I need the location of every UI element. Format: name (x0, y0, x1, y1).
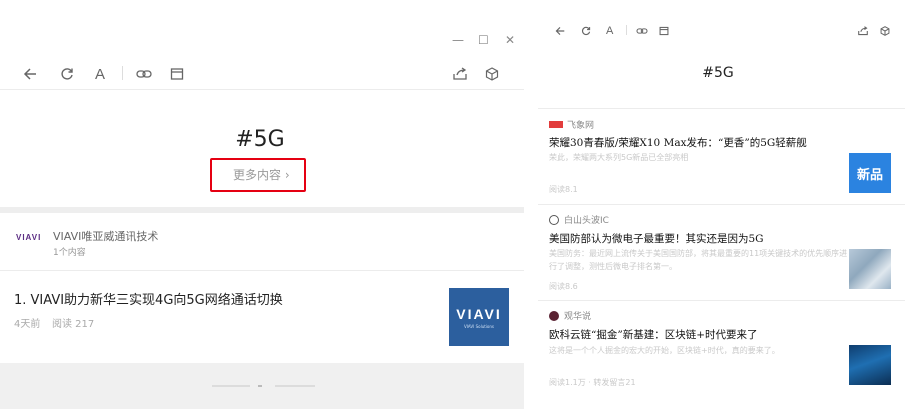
author-name[interactable]: VIAVI唯亚威通讯技术 (53, 228, 158, 244)
font-icon[interactable]: A (95, 66, 105, 83)
article-meta: 阅读8.1 (549, 185, 578, 194)
minimize-button[interactable]: — (452, 33, 464, 47)
article-divider (538, 300, 905, 301)
article-source[interactable]: 飞象网 (549, 118, 594, 131)
article-thumbnail[interactable] (849, 345, 891, 385)
article-meta: 阅读8.6 (549, 282, 578, 291)
article-meta: 阅读1.1万 · 转发留言21 (549, 378, 636, 387)
bottom-gray-area (0, 363, 524, 409)
section-divider (0, 207, 524, 213)
right-reader-window: A #5G 飞象网 荣耀30青春版/荣耀X10 Max发布：“更香”的5G轻薪舰… (538, 0, 905, 409)
article-time: 4天前 (14, 319, 41, 330)
share-icon[interactable] (857, 26, 869, 36)
header-divider (538, 108, 905, 109)
topic-hashtag: #5G (702, 65, 734, 81)
article-title[interactable]: 荣耀30青春版/荣耀X10 Max发布：“更香”的5G轻薪舰 (549, 135, 807, 150)
article-title[interactable]: 欧科云链“掘金”新基建：区块链+时代要来了 (549, 327, 758, 342)
article-reads: 阅读 217 (52, 319, 95, 330)
close-button[interactable]: ✕ (505, 33, 515, 47)
font-icon[interactable]: A (606, 25, 613, 37)
source-avatar-icon (549, 310, 559, 321)
author-avatar[interactable]: VIAVI (16, 233, 42, 247)
cube-icon[interactable] (485, 67, 499, 81)
article-thumbnail[interactable]: 新品 (849, 153, 891, 193)
article-title[interactable]: 1. VIAVI助力新华三实现4G向5G网络通话切换 (14, 289, 283, 308)
window-icon[interactable] (170, 67, 184, 81)
article-desc-line: 行了调整，测性后微电子排名第一。 (549, 262, 677, 271)
source-avatar-icon (549, 214, 559, 225)
author-content-count: 1个内容 (53, 248, 86, 258)
more-content-link[interactable]: 更多内容 › (233, 166, 290, 183)
left-reader-window: — ☐ ✕ A #5G 更多内容 › VIAVI VIAVI唯亚威通讯技术 1个… (0, 0, 524, 409)
link-icon[interactable] (636, 26, 648, 36)
thumbnail-logo: VIAVI (456, 305, 502, 322)
article-thumbnail[interactable] (849, 249, 891, 289)
maximize-button[interactable]: ☐ (478, 33, 489, 47)
article-divider (538, 204, 905, 205)
toolbar-divider (0, 89, 524, 90)
back-icon[interactable] (554, 26, 566, 36)
refresh-icon[interactable] (60, 67, 74, 81)
left-toolbar: A (18, 62, 508, 86)
placeholder-bar (212, 385, 250, 387)
share-icon[interactable] (452, 67, 468, 81)
source-name: 观华说 (564, 312, 592, 322)
refresh-icon[interactable] (581, 26, 591, 36)
article-desc-line: 美国防务：最近网上流传关于美国国防部，将其最重要的11项关键技术的优先顺序进 (549, 249, 848, 258)
source-name: 白山头波IC (564, 216, 609, 226)
topic-hashtag: #5G (235, 127, 285, 152)
author-divider (0, 270, 524, 271)
toolbar-separator (626, 25, 627, 35)
placeholder-dot (258, 385, 262, 387)
toolbar-separator (122, 66, 123, 80)
article-thumbnail[interactable]: VIAVI VIAVI Solutions (449, 288, 509, 346)
article-source[interactable]: 观华说 (549, 309, 591, 322)
source-logo-icon (549, 121, 563, 128)
source-name: 飞象网 (567, 121, 595, 131)
right-toolbar: A (552, 22, 897, 40)
article-title[interactable]: 美国防部认为微电子最重要！其实还是因为5G (549, 231, 764, 246)
back-icon[interactable] (22, 67, 38, 81)
window-icon[interactable] (659, 26, 669, 36)
placeholder-bar (275, 385, 315, 387)
thumbnail-subtitle: VIAVI Solutions (464, 323, 494, 329)
article-desc: 荣此，荣耀两大系列5G新品已全部亮相 (549, 153, 689, 162)
cube-icon[interactable] (880, 26, 890, 36)
article-source[interactable]: 白山头波IC (549, 213, 609, 226)
article-desc: 这将是一个个人掘金的宏大的开始，区块链+时代，真的要来了。 (549, 346, 780, 355)
link-icon[interactable] (136, 67, 152, 81)
